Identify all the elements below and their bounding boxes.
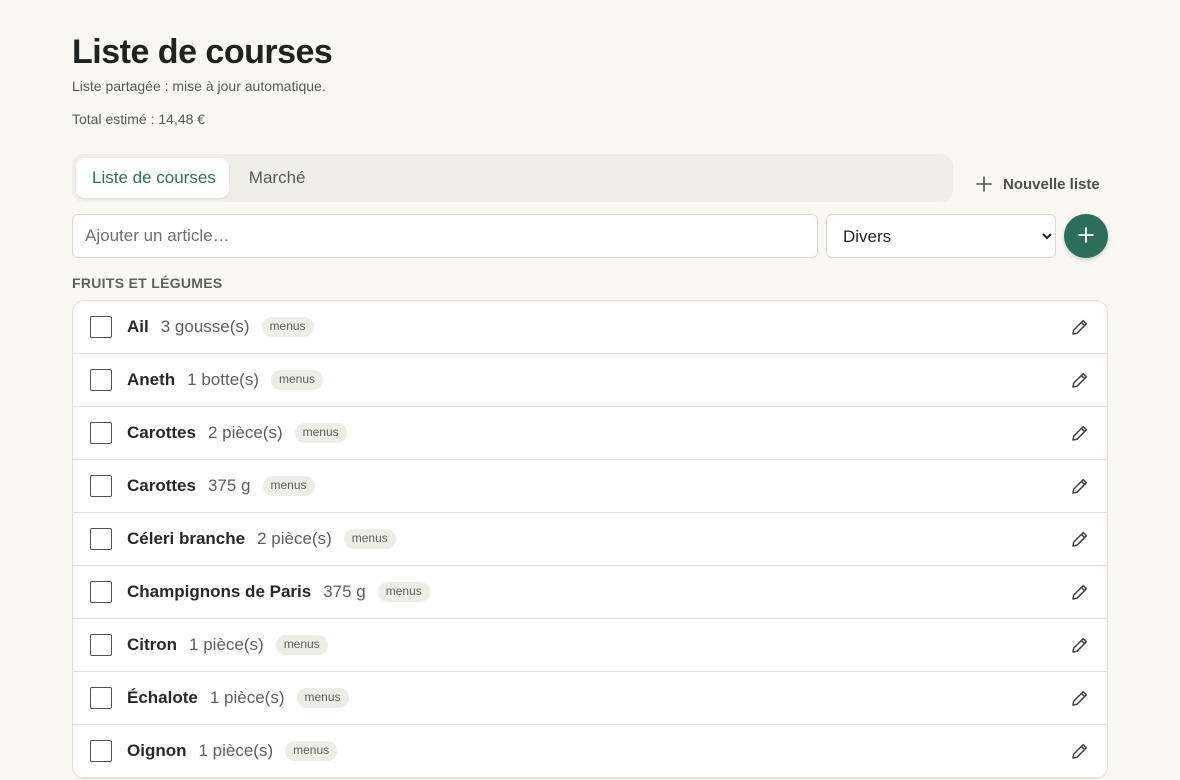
list-item: Ail 3 gousse(s) menus — [73, 301, 1107, 354]
source-badge: menus — [294, 423, 347, 443]
item-name: Carottes — [127, 423, 196, 442]
item-checkbox[interactable] — [90, 687, 112, 709]
item-quantity: 1 pièce(s) — [189, 635, 264, 654]
list-item: Carottes 2 pièce(s) menus — [73, 407, 1107, 460]
new-list-label: Nouvelle liste — [1003, 175, 1100, 193]
source-badge: menus — [275, 635, 328, 655]
item-quantity: 375 g — [207, 476, 251, 495]
item-name: Céleri branche — [127, 529, 246, 548]
edit-icon[interactable] — [1070, 741, 1090, 761]
item-quantity: 1 pièce(s) — [209, 688, 285, 707]
source-badge: menus — [377, 582, 430, 602]
item-checkbox[interactable] — [90, 369, 112, 391]
item-checkbox[interactable] — [90, 740, 112, 762]
new-list-button[interactable]: Nouvelle liste — [975, 171, 1100, 197]
tab-market[interactable]: Marché — [233, 158, 319, 198]
item-checkbox[interactable] — [90, 316, 112, 338]
add-item-button[interactable] — [1064, 214, 1108, 258]
list-item: Citron 1 pièce(s) menus — [73, 619, 1107, 672]
edit-icon[interactable] — [1070, 529, 1090, 549]
category-select[interactable]: Divers — [826, 214, 1056, 258]
source-badge: menus — [261, 317, 314, 337]
item-name: Échalote — [127, 688, 198, 707]
source-badge: menus — [262, 476, 315, 496]
item-quantity: 3 gousse(s) — [160, 317, 250, 336]
item-list: Ail 3 gousse(s) menus Aneth 1 botte(s) m… — [72, 300, 1108, 779]
item-name: Ail — [127, 317, 149, 336]
item-quantity: 2 pièce(s) — [257, 529, 332, 548]
edit-icon[interactable] — [1070, 370, 1090, 390]
source-badge: menus — [285, 741, 338, 761]
page-subtitle: Liste partagée : mise à jour automatique… — [72, 78, 326, 94]
edit-icon[interactable] — [1070, 582, 1090, 602]
plus-icon — [975, 175, 993, 193]
page-title: Liste de courses — [72, 33, 333, 71]
list-item: Céleri branche 2 pièce(s) menus — [73, 513, 1107, 566]
item-checkbox[interactable] — [90, 528, 112, 550]
list-item: Champignons de Paris 375 g menus — [73, 566, 1107, 619]
item-name: Aneth — [127, 370, 176, 389]
list-item: Échalote 1 pièce(s) menus — [73, 672, 1107, 725]
item-name: Citron — [127, 635, 178, 654]
source-badge: menus — [343, 529, 396, 549]
edit-icon[interactable] — [1070, 635, 1090, 655]
source-badge: menus — [296, 688, 349, 708]
tab-bar: Liste de courses Marché — [72, 154, 953, 202]
item-quantity: 1 botte(s) — [187, 370, 259, 389]
source-badge: menus — [270, 370, 324, 390]
item-checkbox[interactable] — [90, 475, 112, 497]
edit-icon[interactable] — [1070, 423, 1090, 443]
list-item: Carottes 375 g menus — [73, 460, 1107, 513]
item-checkbox[interactable] — [90, 581, 112, 603]
list-item: Aneth 1 botte(s) menus — [73, 354, 1107, 407]
edit-icon[interactable] — [1070, 317, 1090, 337]
item-name: Champignons de Paris — [127, 582, 312, 601]
item-quantity: 375 g — [323, 582, 366, 601]
item-name: Oignon — [127, 741, 187, 760]
item-checkbox[interactable] — [90, 634, 112, 656]
edit-icon[interactable] — [1070, 476, 1090, 496]
item-name: Carottes — [127, 476, 196, 495]
item-checkbox[interactable] — [90, 422, 112, 444]
tab-shopping-list[interactable]: Liste de courses — [76, 158, 229, 198]
plus-icon — [1076, 225, 1096, 248]
section-title: FRUITS ET LÉGUMES — [72, 275, 223, 291]
item-quantity: 1 pièce(s) — [198, 741, 274, 760]
estimated-total: Total estimé : 14,48 € — [72, 111, 206, 127]
edit-icon[interactable] — [1070, 688, 1090, 708]
list-item: Oignon 1 pièce(s) menus — [73, 725, 1107, 778]
item-quantity: 2 pièce(s) — [207, 423, 283, 442]
add-item-input[interactable] — [72, 214, 818, 258]
